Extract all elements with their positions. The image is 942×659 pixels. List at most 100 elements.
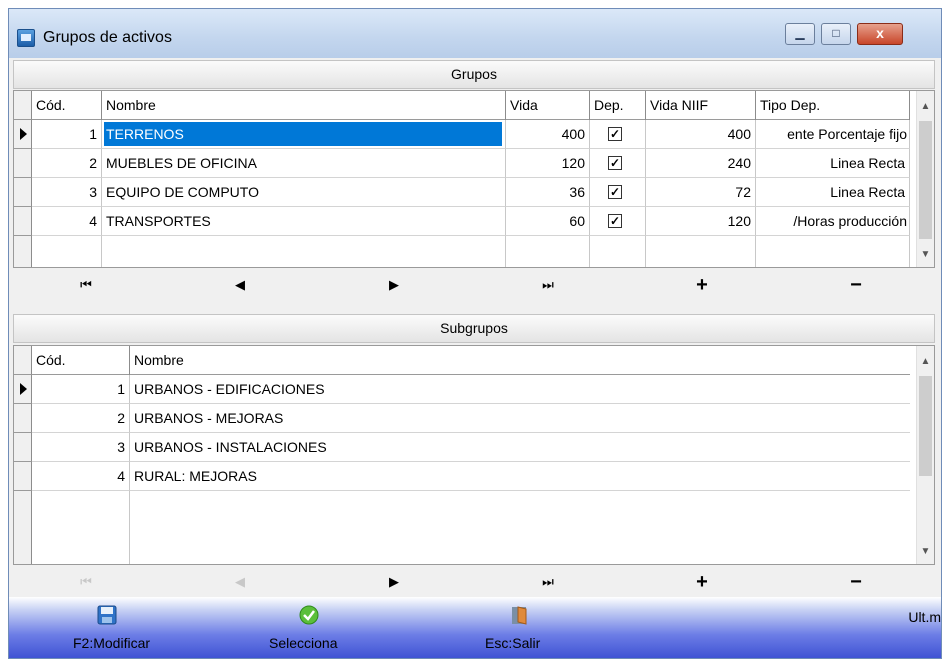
status-bar: F2:Modificar Selecciona Esc:Salir Ult.m	[9, 597, 941, 658]
cell-vida[interactable]: 400	[506, 120, 590, 149]
row-indicator	[14, 149, 32, 178]
cell-cod[interactable]: 2	[32, 404, 130, 433]
delete-record-button[interactable]: −	[783, 270, 929, 300]
cell-vida[interactable]: 120	[506, 149, 590, 178]
cell-cod[interactable]: 3	[32, 433, 130, 462]
scroll-down-icon[interactable]: ▼	[917, 542, 934, 562]
cell-tipo-dep[interactable]: Linea Recta	[756, 178, 910, 207]
empty-cell	[32, 236, 102, 267]
subgrupos-grid[interactable]: Cód. Nombre 1 URBANOS - EDIFICACIONES 2 …	[13, 345, 935, 565]
grupos-vertical-scrollbar[interactable]: ▲ ▼	[916, 91, 934, 267]
exit-door-icon	[512, 606, 527, 625]
row-indicator	[14, 236, 32, 267]
last-record-button[interactable]: ⏭	[475, 567, 621, 597]
col-header-cod[interactable]: Cód.	[32, 91, 102, 120]
cell-nombre[interactable]: TRANSPORTES	[102, 207, 506, 236]
cell-nombre[interactable]: URBANOS - MEJORAS	[130, 404, 910, 433]
cell-dep[interactable]: ✓	[590, 149, 646, 178]
first-record-button[interactable]: ⏮	[13, 567, 159, 597]
dep-checkbox[interactable]: ✓	[608, 127, 622, 141]
save-icon	[97, 605, 117, 625]
current-row-arrow-icon	[20, 128, 27, 140]
row-indicator	[14, 375, 32, 404]
col-header-dep[interactable]: Dep.	[590, 91, 646, 120]
window: Grupos de activos ▁ □ x Grupos Cód. Nomb…	[8, 8, 942, 659]
cell-nombre[interactable]: EQUIPO DE COMPUTO	[102, 178, 506, 207]
empty-row	[14, 491, 910, 564]
cell-nombre[interactable]: MUEBLES DE OFICINA	[102, 149, 506, 178]
next-record-button[interactable]: ▶	[321, 567, 467, 597]
add-record-button[interactable]: +	[629, 567, 775, 597]
table-row[interactable]: 2 URBANOS - MEJORAS	[14, 404, 910, 433]
delete-record-button[interactable]: −	[783, 567, 929, 597]
modificar-button[interactable]: F2:Modificar	[51, 597, 171, 658]
scroll-up-icon[interactable]: ▲	[917, 352, 934, 372]
first-record-button[interactable]: ⏮	[13, 270, 159, 300]
prev-record-button[interactable]: ◀	[167, 270, 313, 300]
table-row[interactable]: 2 MUEBLES DE OFICINA 120 ✓ 240 Linea Rec…	[14, 149, 910, 178]
dep-checkbox[interactable]: ✓	[608, 185, 622, 199]
table-row[interactable]: 3 EQUIPO DE COMPUTO 36 ✓ 72 Linea Recta	[14, 178, 910, 207]
cell-vida-niif[interactable]: 72	[646, 178, 756, 207]
current-row-arrow-icon	[20, 383, 27, 395]
dep-checkbox[interactable]: ✓	[608, 156, 622, 170]
add-record-button[interactable]: +	[629, 270, 775, 300]
last-record-button[interactable]: ⏭	[475, 270, 621, 300]
cell-cod[interactable]: 3	[32, 178, 102, 207]
check-circle-icon	[299, 605, 319, 625]
cell-nombre[interactable]: TERRENOS	[102, 120, 506, 149]
scroll-down-icon[interactable]: ▼	[917, 245, 934, 265]
subgrupos-vertical-scrollbar[interactable]: ▲ ▼	[916, 346, 934, 564]
cell-vida-niif[interactable]: 240	[646, 149, 756, 178]
scroll-up-icon[interactable]: ▲	[917, 97, 934, 117]
row-indicator	[14, 178, 32, 207]
prev-record-button[interactable]: ◀	[167, 567, 313, 597]
cell-cod[interactable]: 1	[32, 375, 130, 404]
col-header-cod[interactable]: Cód.	[32, 346, 130, 375]
cell-vida[interactable]: 60	[506, 207, 590, 236]
cell-tipo-dep[interactable]: Linea Recta	[756, 149, 910, 178]
selected-cell[interactable]: TERRENOS	[104, 122, 502, 146]
maximize-button[interactable]: □	[821, 23, 851, 45]
cell-tipo-dep[interactable]: ente Porcentaje fijo	[756, 120, 910, 149]
cell-vida[interactable]: 36	[506, 178, 590, 207]
salir-button[interactable]: Esc:Salir	[465, 597, 575, 658]
cell-vida-niif[interactable]: 120	[646, 207, 756, 236]
cell-cod[interactable]: 4	[32, 207, 102, 236]
next-record-button[interactable]: ▶	[321, 270, 467, 300]
row-indicator	[14, 433, 32, 462]
scrollbar-thumb[interactable]	[919, 376, 932, 476]
cell-vida-niif[interactable]: 400	[646, 120, 756, 149]
col-header-vida-niif[interactable]: Vida NIIF	[646, 91, 756, 120]
selecciona-button[interactable]: Selecciona	[249, 597, 369, 658]
grupos-grid-header: Cód. Nombre Vida Dep. Vida NIIF Tipo Dep…	[14, 91, 910, 120]
empty-cell	[32, 491, 130, 564]
grupos-header: Grupos	[13, 60, 935, 89]
minimize-button[interactable]: ▁	[785, 23, 815, 45]
cell-dep[interactable]: ✓	[590, 178, 646, 207]
dep-checkbox[interactable]: ✓	[608, 214, 622, 228]
table-row[interactable]: 4 RURAL: MEJORAS	[14, 462, 910, 491]
cell-cod[interactable]: 2	[32, 149, 102, 178]
cell-dep[interactable]: ✓	[590, 120, 646, 149]
table-row[interactable]: 1 URBANOS - EDIFICACIONES	[14, 375, 910, 404]
col-header-vida[interactable]: Vida	[506, 91, 590, 120]
cell-cod[interactable]: 1	[32, 120, 102, 149]
col-header-tipo-dep[interactable]: Tipo Dep.	[756, 91, 910, 120]
cell-tipo-dep[interactable]: /Horas producción	[756, 207, 910, 236]
cell-nombre[interactable]: RURAL: MEJORAS	[130, 462, 910, 491]
cell-nombre[interactable]: URBANOS - EDIFICACIONES	[130, 375, 910, 404]
grupos-grid[interactable]: Cód. Nombre Vida Dep. Vida NIIF Tipo Dep…	[13, 90, 935, 268]
scrollbar-thumb[interactable]	[919, 121, 932, 239]
table-row[interactable]: 4 TRANSPORTES 60 ✓ 120 /Horas producción	[14, 207, 910, 236]
cell-dep[interactable]: ✓	[590, 207, 646, 236]
cell-cod[interactable]: 4	[32, 462, 130, 491]
table-row[interactable]: 3 URBANOS - INSTALACIONES	[14, 433, 910, 462]
grupos-navigator: ⏮ ◀ ▶ ⏭ + −	[13, 270, 935, 300]
col-header-nombre[interactable]: Nombre	[102, 91, 506, 120]
row-indicator	[14, 404, 32, 433]
cell-nombre[interactable]: URBANOS - INSTALACIONES	[130, 433, 910, 462]
table-row[interactable]: 1 TERRENOS 400 ✓ 400 ente Porcentaje fij…	[14, 120, 910, 149]
close-button[interactable]: x	[857, 23, 903, 45]
col-header-nombre[interactable]: Nombre	[130, 346, 910, 375]
